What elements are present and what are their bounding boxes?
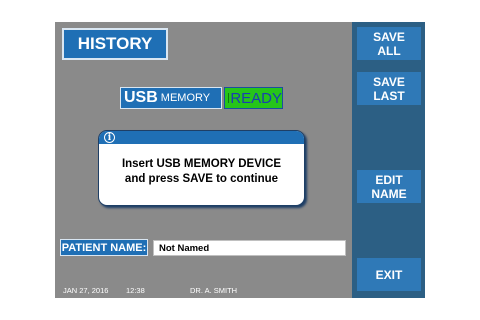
footer-date: JAN 27, 2016 xyxy=(63,286,109,295)
save-all-button[interactable]: SAVE ALL xyxy=(357,27,421,60)
footer-time: 12:38 xyxy=(126,286,145,295)
edit-name-line-2: NAME xyxy=(371,186,407,201)
save-last-line-2: LAST xyxy=(373,88,405,103)
footer-doctor: DR. A. SMITH xyxy=(190,286,238,295)
dialog-line-1: Insert USB MEMORY DEVICE xyxy=(121,158,282,170)
usb-memory-label: USB MEMORY xyxy=(120,87,222,109)
ready-status: READY xyxy=(230,89,282,107)
patient-name-label: PATIENT NAME: xyxy=(60,239,148,256)
dialog-line-2: and press SAVE to continue xyxy=(124,173,279,185)
exit-label: EXIT xyxy=(375,267,403,282)
patient-name-field[interactable]: Not Named xyxy=(153,240,346,256)
save-last-line-1: SAVE xyxy=(373,74,405,89)
save-all-line-1: SAVE xyxy=(373,29,405,44)
edit-name-button[interactable]: EDIT NAME xyxy=(357,170,421,203)
save-last-button[interactable]: SAVE LAST xyxy=(357,72,421,105)
usb-ready-indicator: READY xyxy=(224,87,283,109)
dialog-titlebar: i xyxy=(99,131,304,144)
memory-label: MEMORY xyxy=(160,92,211,104)
edit-name-line-1: EDIT xyxy=(375,172,403,187)
save-all-line-2: ALL xyxy=(377,43,401,58)
exit-button[interactable]: EXIT xyxy=(357,258,421,291)
info-icon: i xyxy=(104,132,115,143)
usb-label: USB xyxy=(124,89,158,106)
side-panel xyxy=(352,22,425,298)
page-title: HISTORY xyxy=(62,28,168,60)
info-dialog: i Insert USB MEMORY DEVICE and press SAV… xyxy=(98,130,305,206)
dialog-message: Insert USB MEMORY DEVICE and press SAVE … xyxy=(99,157,304,187)
